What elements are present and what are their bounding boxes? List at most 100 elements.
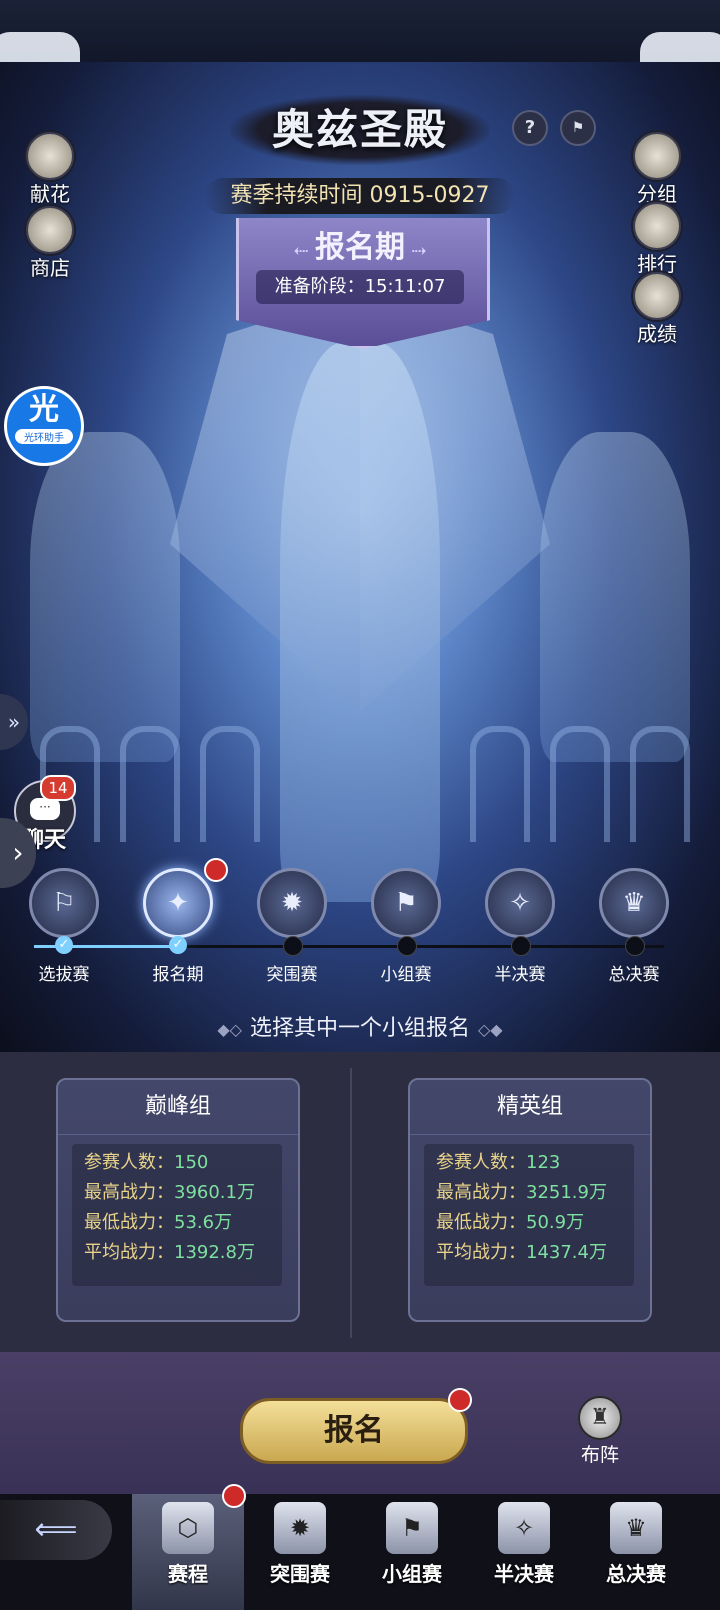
stage-final[interactable]: ♛ 总决赛 bbox=[589, 868, 679, 985]
nav-semifinal[interactable]: ✧ 半决赛 bbox=[468, 1494, 580, 1610]
help-icon[interactable]: ? bbox=[512, 110, 548, 146]
group-name: 精英组 bbox=[410, 1080, 650, 1135]
choose-text: 选择其中一个小组报名 bbox=[249, 1016, 470, 1041]
ranking-button[interactable]: 排行 bbox=[625, 202, 689, 277]
halo-assistant-button[interactable]: 光 光环助手 bbox=[4, 386, 84, 466]
stat-value: 3251.9万 bbox=[526, 1182, 607, 1203]
stat-row: 参赛人数：123 bbox=[436, 1148, 622, 1178]
stat-key: 平均战力： bbox=[84, 1242, 174, 1263]
lineup-label: 布阵 bbox=[580, 1444, 619, 1466]
lineup-button[interactable]: ♜ 布阵 bbox=[568, 1396, 632, 1467]
season-duration: 赛季持续时间 0915-0927 bbox=[205, 178, 515, 214]
crown-icon bbox=[633, 202, 681, 250]
arch bbox=[120, 726, 180, 842]
page-title: 奥兹圣殿 bbox=[230, 95, 490, 165]
stat-key: 平均战力： bbox=[436, 1242, 526, 1263]
stage-semifinal[interactable]: ✧ 半决赛 bbox=[475, 868, 565, 985]
stat-value: 53.6万 bbox=[174, 1212, 233, 1233]
stat-value: 3960.1万 bbox=[174, 1182, 255, 1203]
check-icon: ✓ bbox=[55, 936, 73, 954]
nav-label: 总决赛 bbox=[606, 1562, 666, 1586]
trophy-icon: ♛ bbox=[610, 1502, 662, 1554]
nav-final[interactable]: ♛ 总决赛 bbox=[580, 1494, 692, 1610]
results-label: 成绩 bbox=[637, 322, 677, 346]
group-name: 巅峰组 bbox=[58, 1080, 298, 1135]
stat-value: 150 bbox=[174, 1152, 209, 1173]
stat-value: 50.9万 bbox=[526, 1212, 585, 1233]
results-button[interactable]: 成绩 bbox=[625, 272, 689, 347]
back-arrow-icon[interactable]: ⟸ bbox=[0, 1500, 112, 1560]
stat-key: 参赛人数： bbox=[436, 1152, 526, 1173]
shield-icon: ✧ bbox=[498, 1502, 550, 1554]
divider bbox=[350, 1068, 352, 1338]
stat-row: 最低战力：53.6万 bbox=[84, 1208, 270, 1238]
stat-row: 最高战力：3251.9万 bbox=[436, 1178, 622, 1208]
stat-key: 最低战力： bbox=[436, 1212, 526, 1233]
hooded-figure-icon bbox=[633, 132, 681, 180]
stage-breakout[interactable]: ✹ 突围赛 bbox=[247, 868, 337, 985]
stat-key: 最高战力： bbox=[436, 1182, 526, 1203]
nav-label: 小组赛 bbox=[382, 1562, 442, 1586]
banner-icon: ⚑ bbox=[371, 868, 441, 938]
notification-dot bbox=[222, 1484, 246, 1508]
stat-key: 参赛人数： bbox=[84, 1152, 174, 1173]
arch bbox=[470, 726, 530, 842]
stat-row: 最低战力：50.9万 bbox=[436, 1208, 622, 1238]
shop-button[interactable]: 商店 bbox=[18, 206, 82, 281]
flag-icon[interactable]: ⚑ bbox=[560, 110, 596, 146]
arch bbox=[630, 726, 690, 842]
sun-card-icon: ✹ bbox=[274, 1502, 326, 1554]
assistant-label: 光环助手 bbox=[15, 429, 73, 444]
nav-label: 赛程 bbox=[168, 1562, 208, 1586]
stage-dot bbox=[625, 936, 645, 956]
stage-label: 半决赛 bbox=[494, 965, 546, 985]
assistant-glyph: 光 bbox=[29, 392, 59, 427]
chess-piece-icon: ♜ bbox=[578, 1396, 622, 1440]
stage-selection[interactable]: ⚐ ✓ 选拔赛 bbox=[19, 868, 109, 985]
stat-key: 最低战力： bbox=[84, 1212, 174, 1233]
central-statue bbox=[280, 342, 440, 902]
cards-icon bbox=[26, 206, 74, 254]
stat-row: 平均战力：1437.4万 bbox=[436, 1238, 622, 1268]
flower-button[interactable]: 献花 bbox=[18, 132, 82, 207]
check-icon: ✓ bbox=[169, 936, 187, 954]
stat-value: 1392.8万 bbox=[174, 1242, 255, 1263]
group-card-peak[interactable]: 巅峰组 参赛人数：150 最高战力：3960.1万 最低战力：53.6万 平均战… bbox=[56, 1078, 300, 1322]
stage-label: 总决赛 bbox=[608, 965, 660, 985]
chat-unread-badge: 14 bbox=[40, 775, 76, 801]
group-card-elite[interactable]: 精英组 参赛人数：123 最高战力：3251.9万 最低战力：50.9万 平均战… bbox=[408, 1078, 652, 1322]
nav-label: 突围赛 bbox=[270, 1562, 330, 1586]
top-decor-band bbox=[0, 0, 720, 62]
arch bbox=[200, 726, 260, 842]
flag-icon: ⚐ bbox=[29, 868, 99, 938]
stage-dot bbox=[397, 936, 417, 956]
nav-group[interactable]: ⚑ 小组赛 bbox=[356, 1494, 468, 1610]
chat-bubble-icon: ··· bbox=[30, 798, 60, 820]
stage-label: 选拔赛 bbox=[38, 965, 90, 985]
book-icon: ✦ bbox=[143, 868, 213, 938]
stage-label: 小组赛 bbox=[380, 965, 432, 985]
stage-group[interactable]: ⚑ 小组赛 bbox=[361, 868, 451, 985]
nav-breakout[interactable]: ✹ 突围赛 bbox=[244, 1494, 356, 1610]
cloud-decor bbox=[0, 32, 80, 62]
sun-card-icon: ✹ bbox=[257, 868, 327, 938]
cube-icon: ⬡ bbox=[162, 1502, 214, 1554]
phase-label: 报名期 bbox=[315, 230, 405, 265]
grouping-button[interactable]: 分组 bbox=[625, 132, 689, 207]
banner-icon: ⚑ bbox=[386, 1502, 438, 1554]
phase-title: ⇠ 报名期 ⇢ bbox=[293, 230, 427, 265]
scroll-icon bbox=[633, 272, 681, 320]
ornament-icon: ◇◆ bbox=[478, 1020, 503, 1039]
stat-value: 1437.4万 bbox=[526, 1242, 607, 1263]
prep-countdown: 准备阶段：15:11:07 bbox=[256, 270, 464, 304]
left-statue bbox=[30, 432, 180, 762]
stat-key: 最高战力： bbox=[84, 1182, 174, 1203]
stage-dot bbox=[283, 936, 303, 956]
ornament-icon: ◆◇ bbox=[217, 1020, 242, 1039]
stat-row: 最高战力：3960.1万 bbox=[84, 1178, 270, 1208]
nav-schedule[interactable]: ⬡ 赛程 bbox=[132, 1494, 244, 1610]
notification-dot bbox=[204, 858, 228, 882]
stage-label: 突围赛 bbox=[266, 965, 318, 985]
shield-icon: ✧ bbox=[485, 868, 555, 938]
signup-button[interactable]: 报名 bbox=[240, 1398, 468, 1464]
